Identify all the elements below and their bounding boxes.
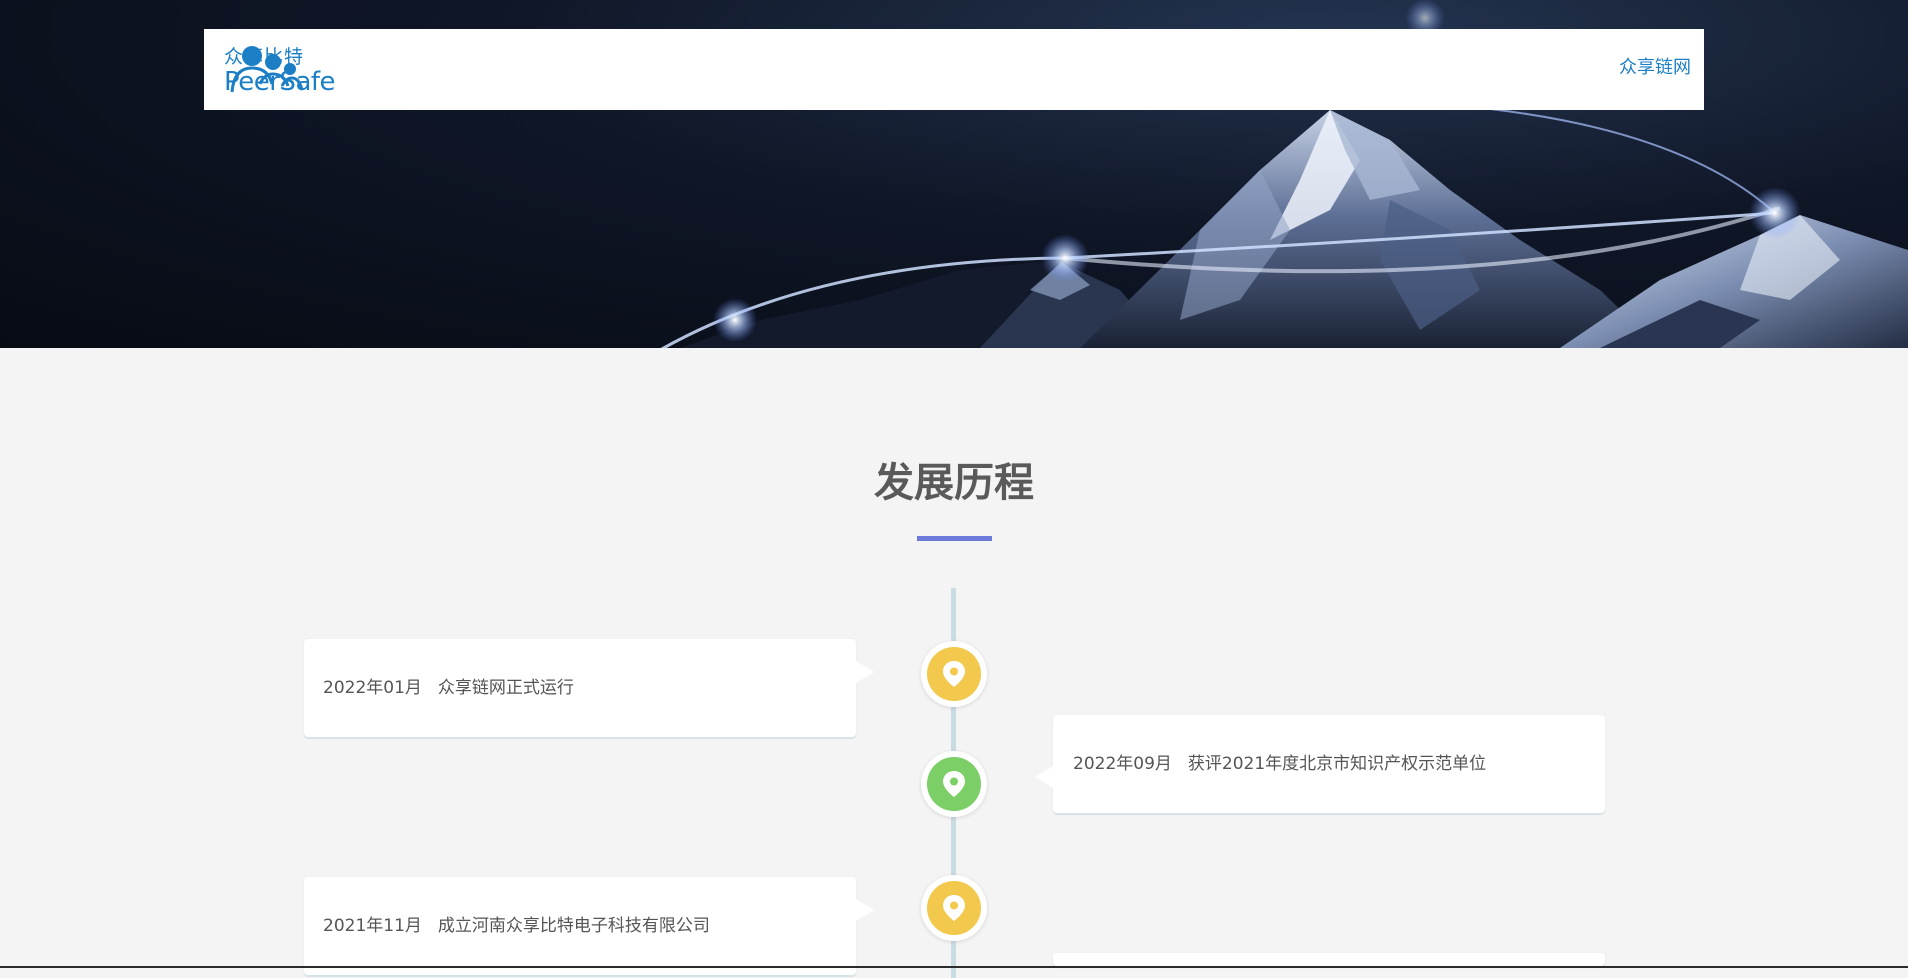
hero-banner: 众享比特 PeerSafe 众享链网: [0, 0, 1908, 348]
peersafe-logo[interactable]: 众享比特 PeerSafe: [224, 44, 438, 98]
nav-link-peersafe-chain[interactable]: 众享链网: [1619, 56, 1691, 80]
marker-dot: [927, 881, 981, 935]
card-pointer: [856, 661, 874, 683]
timeline-card: 2021年11月 成立河南众享比特电子科技有限公司: [304, 877, 874, 975]
timeline-card: 2022年09月 获评2021年度北京市知识产权示范单位: [1035, 715, 1605, 813]
timeline-event: 成立河南众享比特电子科技有限公司: [437, 916, 710, 936]
timeline-event: 获评2021年度北京市知识产权示范单位: [1187, 754, 1487, 774]
timeline-card: 2022年01月 众享链网正式运行: [304, 639, 874, 737]
timeline-marker: [921, 751, 987, 817]
timeline-marker: [921, 875, 987, 941]
timeline-event: 众享链网正式运行: [437, 678, 574, 698]
timeline-card: [1053, 953, 1605, 966]
timeline-date: 2022年01月: [323, 678, 422, 698]
marker-dot: [927, 757, 981, 811]
timeline-date: 2021年11月: [323, 916, 422, 936]
timeline-marker: [921, 641, 987, 707]
people-logo-icon: [230, 46, 304, 93]
timeline-date: 2022年09月: [1073, 754, 1172, 774]
header-bar: 众享比特 PeerSafe 众享链网: [204, 29, 1704, 110]
timeline-card-text: 2021年11月 成立河南众享比特电子科技有限公司: [323, 915, 710, 937]
timeline-card-text: 2022年01月 众享链网正式运行: [323, 677, 574, 699]
timeline-card-text: 2022年09月 获评2021年度北京市知识产权示范单位: [1073, 753, 1486, 775]
marker-dot: [927, 647, 981, 701]
title-underline: [917, 536, 992, 541]
section-title: 发展历程: [874, 460, 1034, 506]
card-pointer: [856, 899, 874, 921]
map-pin-icon: [943, 895, 965, 921]
map-pin-icon: [943, 771, 965, 797]
card-pointer: [1035, 766, 1053, 788]
map-pin-icon: [943, 661, 965, 687]
